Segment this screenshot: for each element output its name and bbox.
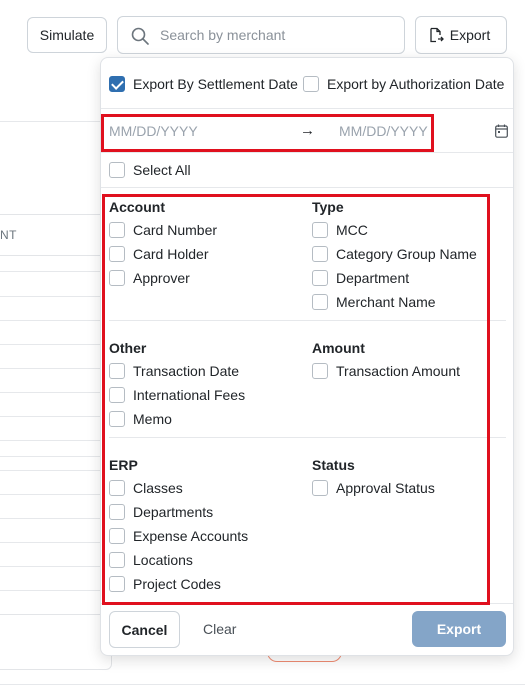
export-button-label: Export [449,27,491,43]
background-row-line [0,494,110,495]
export-submit-button[interactable]: Export [412,611,506,647]
background-row-line [0,542,110,543]
export-submit-label: Export [436,621,482,637]
file-export-icon [430,27,444,43]
simulate-button-label: Simulate [39,27,95,43]
select-all-checkbox[interactable] [109,162,125,178]
authorization-date-checkbox[interactable] [303,76,319,92]
search-icon [131,27,149,45]
search-input[interactable] [158,25,393,45]
cancel-button[interactable]: Cancel [109,611,180,648]
background-row-line [0,368,110,369]
panel-divider [101,152,513,153]
simulate-button[interactable]: Simulate [27,17,107,53]
background-row-line [0,392,110,393]
background-row-line [0,518,110,519]
background-row-line [0,470,110,471]
calendar-icon[interactable] [495,124,508,138]
background-row-line [0,590,110,591]
background-row-line [0,456,110,457]
columns-highlight [102,194,490,605]
background-row-line [0,416,110,417]
background-card [0,614,112,670]
background-row-line [0,296,110,297]
panel-divider [101,108,513,109]
settlement-date-checkbox[interactable] [109,76,125,92]
background-row-line [0,271,110,272]
background-divider [0,121,110,122]
background-table-header: NT [0,214,110,256]
date-range-highlight [101,114,434,152]
background-row-line [0,440,110,441]
background-bottom-line [0,684,525,685]
background-row-line [0,320,110,321]
background-row-line [0,566,110,567]
select-all-label[interactable]: Select All [133,162,191,178]
settlement-date-label[interactable]: Export By Settlement Date [133,76,298,92]
export-dropdown-button[interactable]: Export [415,16,507,54]
cancel-button-label: Cancel [121,621,168,638]
clear-button[interactable]: Clear [203,621,236,637]
background-row-line [0,344,110,345]
panel-divider [101,187,513,188]
background-column-label: NT [0,228,17,242]
authorization-date-label[interactable]: Export by Authorization Date [327,76,504,92]
merchant-search[interactable] [117,16,405,54]
